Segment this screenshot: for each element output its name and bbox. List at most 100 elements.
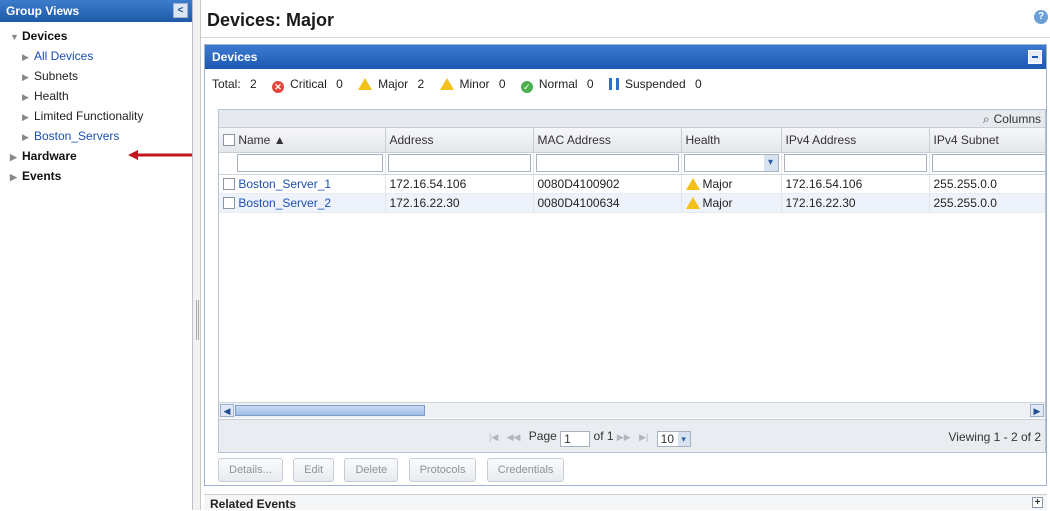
tree-node-health[interactable]: ▶ Health (0, 86, 192, 106)
row-checkbox[interactable] (223, 196, 235, 209)
horizontal-scrollbar[interactable]: ◀ ▶ (219, 402, 1045, 418)
collapsed-triangle-icon[interactable]: ▶ (10, 167, 22, 187)
arrow-shape (128, 150, 192, 160)
help-icon[interactable]: ? (1034, 10, 1048, 24)
red-arrow-annotation (128, 150, 192, 160)
grid-toolbar: ⌕ Columns (219, 110, 1045, 128)
related-events-panel[interactable]: Related Events + (204, 494, 1047, 511)
columns-button[interactable]: ⌕ Columns (983, 112, 1041, 127)
column-header-name[interactable]: Name ▲ (219, 128, 386, 153)
devices-panel: Devices Total: 2 ✕ Critical 0 Major 2 Min… (204, 44, 1047, 486)
devices-panel-header: Devices (205, 45, 1046, 69)
first-page-icon[interactable]: |◀ (489, 432, 498, 442)
device-name-link[interactable]: Boston_Server_1 (238, 177, 331, 191)
prev-page-icon[interactable]: ◀◀ (507, 432, 521, 442)
expand-plus-icon[interactable]: + (1032, 497, 1043, 508)
delete-button[interactable]: Delete (344, 458, 399, 482)
action-buttons: Details... Edit Delete Protocols Credent… (218, 458, 571, 482)
column-header-address[interactable]: Address (385, 128, 534, 153)
health-cell: Major (681, 193, 782, 213)
tree-node-limited-functionality[interactable]: ▶ Limited Functionality (0, 106, 192, 126)
panel-title: Devices (212, 50, 258, 64)
page-of-label: of 1 (593, 429, 614, 443)
major-warning-icon (358, 78, 373, 90)
subnet-cell: 255.255.0.0 (929, 174, 1045, 194)
collapsed-triangle-icon[interactable]: ▶ (22, 87, 34, 107)
scroll-right-icon[interactable]: ▶ (1030, 404, 1044, 417)
normal-count[interactable]: ✓ Normal 0 (520, 77, 600, 93)
pager: |◀ ◀◀ Page 1 of 1 ▶▶ ▶| 10 Viewing 1 - 2… (219, 419, 1045, 452)
protocols-button[interactable]: Protocols (408, 458, 477, 482)
sidebar-header: Group Views < (0, 0, 192, 22)
details-button[interactable]: Details... (218, 458, 283, 482)
tree-node-devices[interactable]: ▼ Devices (0, 26, 192, 46)
sidebar-title: Group Views (6, 4, 80, 18)
page-size-select[interactable]: 10 (656, 431, 691, 447)
group-views-sidebar: Group Views < ▼ Devices ▶ All Devices ▶ Sub… (0, 0, 193, 510)
page-number-input[interactable]: 1 (560, 431, 591, 447)
column-header-subnet[interactable]: IPv4 Subnet (929, 128, 1045, 153)
major-warning-icon (685, 196, 700, 209)
address-filter-input[interactable] (387, 154, 531, 172)
splitter-grip[interactable] (196, 300, 199, 340)
collapsed-triangle-icon: ▶ (22, 132, 29, 142)
collapsed-triangle-icon[interactable]: ▶ (22, 107, 34, 127)
filter-row (219, 152, 1045, 175)
column-header-ipv4[interactable]: IPv4 Address (781, 128, 930, 153)
search-icon[interactable]: ⌕ (983, 112, 990, 126)
ipv4-cell: 172.16.54.106 (781, 174, 930, 194)
sidebar-splitter[interactable] (193, 0, 201, 510)
name-filter-input[interactable] (237, 154, 383, 172)
devices-table: Name ▲ Address MAC Address Health IPv4 A… (219, 128, 1045, 213)
major-count[interactable]: Major 2 (358, 77, 430, 91)
collapsed-triangle-icon: ▶ (22, 52, 29, 62)
critical-icon: ✕ (272, 81, 285, 93)
tree-node-subnets[interactable]: ▶ Subnets (0, 66, 192, 86)
ipv4-cell: 172.16.22.30 (781, 193, 930, 213)
collapsed-triangle-icon[interactable]: ▶ (22, 67, 34, 87)
collapsed-triangle-icon[interactable]: ▶ (10, 147, 22, 167)
address-cell: 172.16.54.106 (385, 174, 534, 194)
scroll-left-icon[interactable]: ◀ (220, 404, 234, 417)
minor-count[interactable]: Minor 0 (439, 77, 512, 91)
credentials-button[interactable]: Credentials (486, 458, 565, 482)
health-cell: Major (681, 174, 782, 194)
viewing-count: Viewing 1 - 2 of 2 (948, 430, 1041, 444)
device-name-link[interactable]: Boston_Server_2 (238, 196, 331, 210)
page-label: Page (528, 429, 557, 443)
table-row[interactable]: Boston_Server_1 172.16.54.106 0080D41009… (219, 174, 1045, 194)
major-warning-icon (685, 177, 700, 190)
row-checkbox[interactable] (223, 177, 235, 190)
critical-count[interactable]: ✕ Critical 0 (272, 77, 349, 93)
devices-grid: ⌕ Columns Name ▲ Address MAC Address Heal… (218, 109, 1046, 453)
subnet-filter-input[interactable] (931, 154, 1045, 172)
subnet-cell: 255.255.0.0 (929, 193, 1045, 213)
minor-warning-icon (439, 78, 454, 90)
pager-controls: |◀ ◀◀ Page 1 of 1 ▶▶ ▶| 10 (489, 429, 691, 447)
health-filter-select[interactable] (683, 154, 779, 172)
ipv4-filter-input[interactable] (783, 154, 927, 172)
address-cell: 172.16.22.30 (385, 193, 534, 213)
suspended-count[interactable]: Suspended 0 (608, 77, 708, 91)
mac-cell: 0080D4100902 (533, 174, 682, 194)
tree-node-all-devices[interactable]: ▶ All Devices (0, 46, 192, 66)
last-page-icon[interactable]: ▶| (639, 432, 648, 442)
select-all-checkbox[interactable] (223, 133, 235, 146)
edit-button[interactable]: Edit (293, 458, 335, 482)
page-title: Devices: Major ? (201, 0, 1050, 38)
expanded-triangle-icon[interactable]: ▼ (10, 27, 22, 47)
tree-node-events[interactable]: ▶ Events (0, 166, 192, 186)
next-page-icon[interactable]: ▶▶ (617, 432, 631, 442)
suspended-pause-icon (608, 78, 619, 90)
table-row[interactable]: Boston_Server_2 172.16.22.30 0080D410063… (219, 193, 1045, 213)
table-header-row: Name ▲ Address MAC Address Health IPv4 A… (219, 128, 1045, 153)
mac-cell: 0080D4100634 (533, 193, 682, 213)
total-summary: Total: 2 (212, 77, 257, 91)
mac-filter-input[interactable] (535, 154, 679, 172)
scroll-thumb[interactable] (235, 405, 425, 416)
minimize-panel-icon[interactable] (1028, 50, 1042, 64)
collapse-sidebar-icon[interactable]: < (173, 3, 188, 18)
column-header-mac[interactable]: MAC Address (533, 128, 682, 153)
tree-node-boston-servers[interactable]: ▶ Boston_Servers (0, 126, 192, 146)
column-header-health[interactable]: Health (681, 128, 782, 153)
